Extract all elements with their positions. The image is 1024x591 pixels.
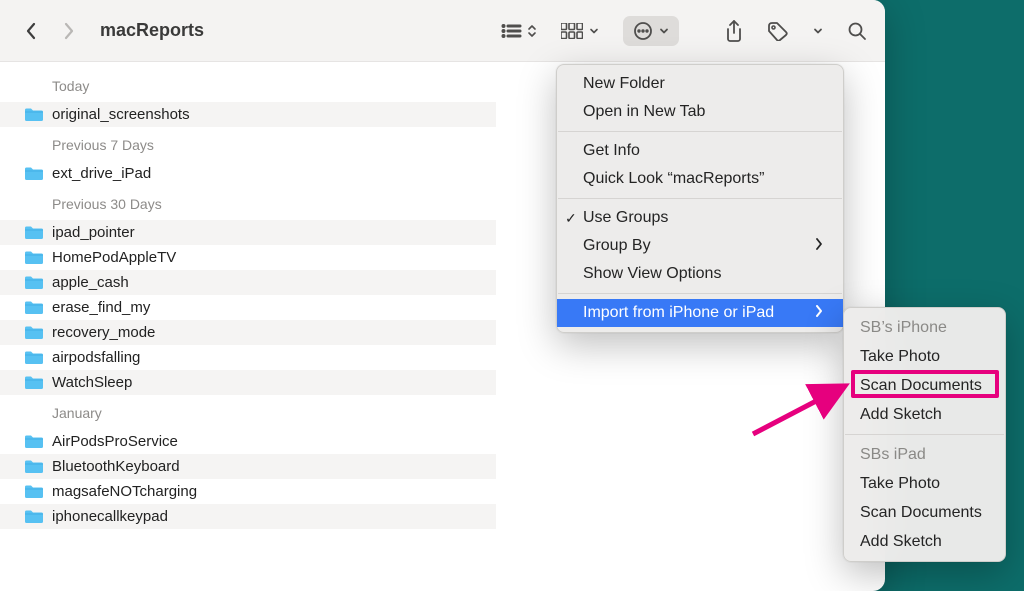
folder-icon bbox=[24, 275, 44, 290]
file-name: iphonecallkeypad bbox=[52, 508, 168, 525]
submenu-take-photo-iphone[interactable]: Take Photo bbox=[844, 342, 1005, 371]
toolbar: macReports bbox=[0, 0, 885, 62]
submenu-scan-documents-ipad[interactable]: Scan Documents bbox=[844, 498, 1005, 527]
menu-new-folder[interactable]: New Folder bbox=[557, 70, 843, 98]
file-row[interactable]: WatchSleep bbox=[0, 370, 496, 395]
submenu-scan-documents-iphone[interactable]: Scan Documents bbox=[844, 371, 1005, 400]
share-button[interactable] bbox=[725, 16, 743, 46]
chevron-right-icon bbox=[815, 304, 823, 322]
actions-menu-button[interactable] bbox=[623, 16, 679, 46]
submenu-add-sketch-iphone[interactable]: Add Sketch bbox=[844, 400, 1005, 429]
menu-separator bbox=[558, 198, 842, 199]
file-name: apple_cash bbox=[52, 274, 129, 291]
file-list[interactable]: Today original_screenshots Previous 7 Days… bbox=[0, 62, 496, 591]
menu-separator bbox=[845, 434, 1004, 435]
menu-quick-look[interactable]: Quick Look “macReports” bbox=[557, 165, 843, 193]
file-row[interactable]: erase_find_my bbox=[0, 295, 496, 320]
folder-icon bbox=[24, 484, 44, 499]
context-menu: New Folder Open in New Tab Get Info Quic… bbox=[556, 64, 844, 333]
menu-separator bbox=[558, 131, 842, 132]
folder-icon bbox=[24, 375, 44, 390]
menu-get-info[interactable]: Get Info bbox=[557, 137, 843, 165]
submenu-add-sketch-ipad[interactable]: Add Sketch bbox=[844, 527, 1005, 556]
grid-view-button[interactable] bbox=[561, 16, 599, 46]
tags-button[interactable] bbox=[767, 16, 789, 46]
file-name: AirPodsProService bbox=[52, 433, 178, 450]
section-header: Previous 30 Days bbox=[0, 186, 496, 220]
file-name: BluetoothKeyboard bbox=[52, 458, 180, 475]
list-view-button[interactable] bbox=[501, 16, 537, 46]
toolbar-group-actions bbox=[725, 16, 867, 46]
file-name: airpodsfalling bbox=[52, 349, 140, 366]
section-header: Previous 7 Days bbox=[0, 127, 496, 161]
file-name: ipad_pointer bbox=[52, 224, 135, 241]
menu-show-view-options[interactable]: Show View Options bbox=[557, 260, 843, 288]
file-name: erase_find_my bbox=[52, 299, 150, 316]
file-name: original_screenshots bbox=[52, 106, 190, 123]
back-button[interactable] bbox=[18, 18, 44, 44]
menu-item-label: Import from iPhone or iPad bbox=[583, 304, 774, 322]
toolbar-group-view bbox=[501, 16, 679, 46]
folder-icon bbox=[24, 300, 44, 315]
file-row[interactable]: apple_cash bbox=[0, 270, 496, 295]
window-title: macReports bbox=[100, 20, 204, 41]
file-row[interactable]: recovery_mode bbox=[0, 320, 496, 345]
file-name: HomePodAppleTV bbox=[52, 249, 176, 266]
file-row[interactable]: HomePodAppleTV bbox=[0, 245, 496, 270]
file-row[interactable]: airpodsfalling bbox=[0, 345, 496, 370]
folder-icon bbox=[24, 107, 44, 122]
context-submenu: SB’s iPhone Take Photo Scan Documents Ad… bbox=[843, 307, 1006, 562]
file-name: recovery_mode bbox=[52, 324, 155, 341]
submenu-header-ipad: SBs iPad bbox=[844, 440, 1005, 469]
folder-icon bbox=[24, 325, 44, 340]
menu-item-label: Group By bbox=[583, 237, 651, 255]
folder-icon bbox=[24, 459, 44, 474]
file-row[interactable]: original_screenshots bbox=[0, 102, 496, 127]
folder-icon bbox=[24, 434, 44, 449]
submenu-header-iphone: SB’s iPhone bbox=[844, 313, 1005, 342]
file-row[interactable]: magsafeNOTcharging bbox=[0, 479, 496, 504]
file-row[interactable]: BluetoothKeyboard bbox=[0, 454, 496, 479]
folder-icon bbox=[24, 250, 44, 265]
menu-import-from-device[interactable]: Import from iPhone or iPad bbox=[557, 299, 843, 327]
file-name: magsafeNOTcharging bbox=[52, 483, 197, 500]
menu-use-groups[interactable]: Use Groups bbox=[557, 204, 843, 232]
submenu-take-photo-ipad[interactable]: Take Photo bbox=[844, 469, 1005, 498]
file-name: ext_drive_iPad bbox=[52, 165, 151, 182]
dropdown-button[interactable] bbox=[813, 16, 823, 46]
file-row[interactable]: AirPodsProService bbox=[0, 429, 496, 454]
folder-icon bbox=[24, 350, 44, 365]
section-header: January bbox=[0, 395, 496, 429]
search-button[interactable] bbox=[847, 16, 867, 46]
folder-icon bbox=[24, 225, 44, 240]
forward-button[interactable] bbox=[56, 18, 82, 44]
file-row[interactable]: iphonecallkeypad bbox=[0, 504, 496, 529]
menu-separator bbox=[558, 293, 842, 294]
menu-group-by[interactable]: Group By bbox=[557, 232, 843, 260]
file-row[interactable]: ext_drive_iPad bbox=[0, 161, 496, 186]
folder-icon bbox=[24, 166, 44, 181]
menu-open-new-tab[interactable]: Open in New Tab bbox=[557, 98, 843, 126]
file-row[interactable]: ipad_pointer bbox=[0, 220, 496, 245]
folder-icon bbox=[24, 509, 44, 524]
chevron-right-icon bbox=[815, 237, 823, 255]
section-header: Today bbox=[0, 62, 496, 102]
file-name: WatchSleep bbox=[52, 374, 132, 391]
